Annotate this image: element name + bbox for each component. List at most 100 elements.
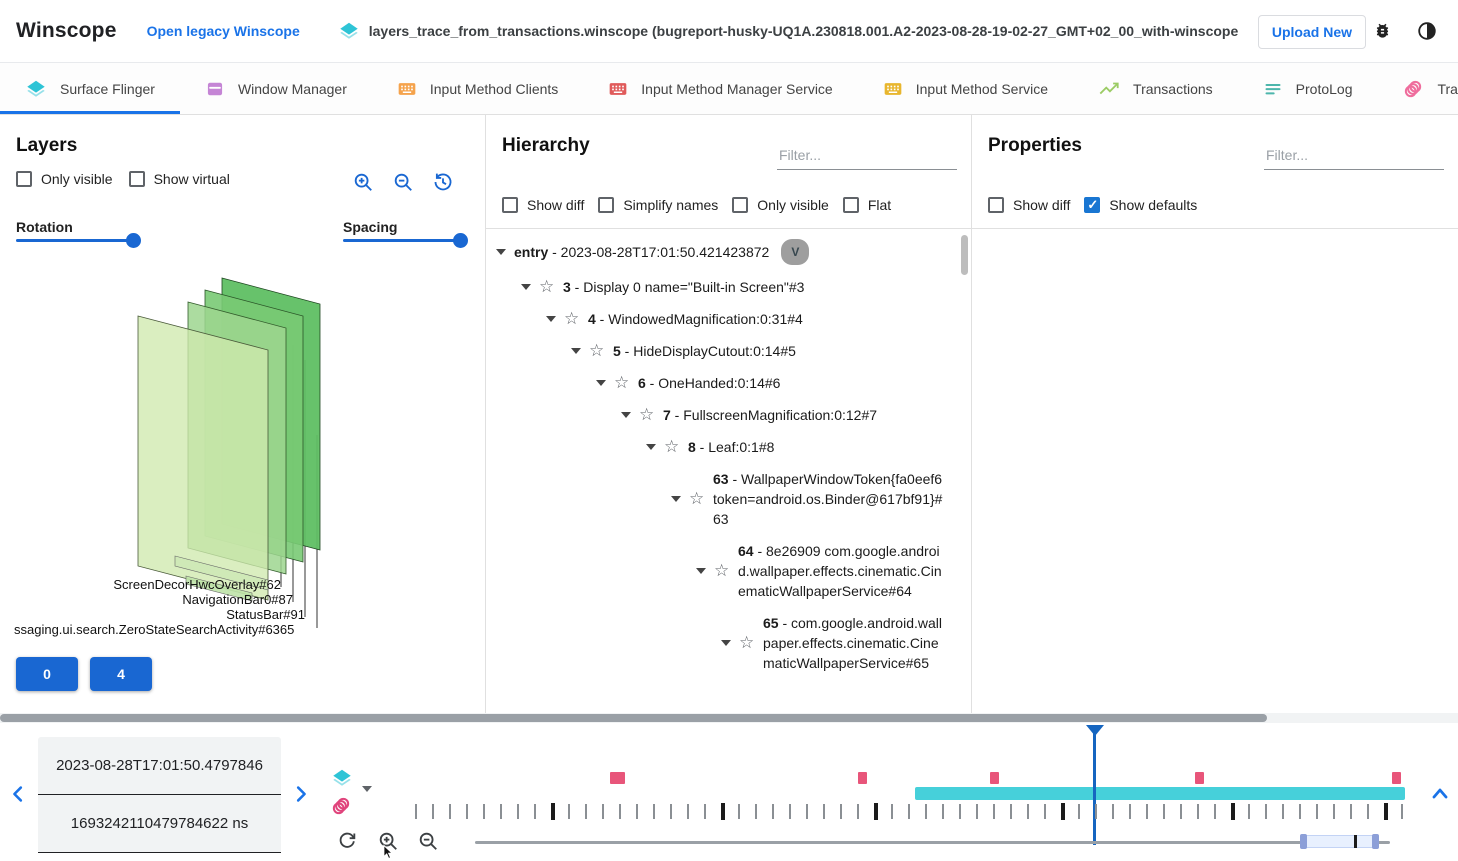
lines-icon xyxy=(1263,79,1283,99)
tree-node-4[interactable]: ☆ 4 - WindowedMagnification:0:31#4 xyxy=(486,303,972,335)
collapse-toggle-icon[interactable] xyxy=(696,568,706,574)
pin-star-icon[interactable]: ☆ xyxy=(539,279,555,295)
next-entry-icon[interactable] xyxy=(289,783,311,805)
checkbox-show-virtual[interactable]: Show virtual xyxy=(129,171,230,187)
ruler-tick xyxy=(840,804,842,819)
timeline-track-area[interactable] xyxy=(410,723,1415,860)
human-time-input[interactable]: 2023-08-28T17:01:50.4797846 xyxy=(38,737,281,795)
tab-transitions[interactable]: Transitions xyxy=(1377,63,1458,114)
ruler-tick xyxy=(891,804,893,819)
transition-marker[interactable] xyxy=(1195,772,1204,784)
pin-star-icon[interactable]: ☆ xyxy=(664,439,680,455)
range-slider-track[interactable] xyxy=(475,841,1390,844)
hierarchy-filter-input[interactable] xyxy=(777,145,957,170)
layers-icon xyxy=(25,78,47,100)
visibility-chip: V xyxy=(781,239,809,265)
collapse-toggle-icon[interactable] xyxy=(646,444,656,450)
loaded-trace-file: layers_trace_from_transactions.winscope … xyxy=(338,20,1238,42)
pin-star-icon[interactable]: ☆ xyxy=(564,311,580,327)
pin-star-icon[interactable]: ☆ xyxy=(589,343,605,359)
tree-node-3[interactable]: ☆3 - Display 0 name="Built-in Screen"#3 xyxy=(486,271,972,303)
tab-protolog[interactable]: ProtoLog xyxy=(1238,63,1378,114)
transition-marker[interactable] xyxy=(610,772,625,784)
collapse-toggle-icon[interactable] xyxy=(496,249,506,255)
tree-node-5[interactable]: ☆5 - HideDisplayCutout:0:14#5 xyxy=(486,335,972,367)
checkbox-simplify-names[interactable]: Simplify names xyxy=(598,197,718,213)
tree-node-entry[interactable]: entry - 2023-08-28T17:01:50.421423872V xyxy=(486,233,972,271)
upload-new-button[interactable]: Upload New xyxy=(1258,15,1366,49)
pin-star-icon[interactable]: ☆ xyxy=(714,563,730,579)
rotation-slider[interactable] xyxy=(16,232,138,249)
layers-3d-view[interactable] xyxy=(0,250,486,632)
transition-marker[interactable] xyxy=(1392,772,1401,784)
checkbox-only-visible[interactable]: Only visible xyxy=(16,171,113,187)
ruler-tick xyxy=(1401,804,1403,819)
tab-input-method-service[interactable]: Input Method Service xyxy=(858,63,1073,114)
checkbox-show-diff[interactable]: Show diff xyxy=(988,197,1070,213)
checkbox-show-defaults[interactable]: Show defaults xyxy=(1084,197,1197,213)
previous-entry-icon[interactable] xyxy=(8,783,30,805)
tab-input-method-clients[interactable]: Input Method Clients xyxy=(372,63,583,114)
zoom-in-icon[interactable] xyxy=(352,171,374,193)
pin-star-icon[interactable]: ☆ xyxy=(614,375,630,391)
transition-marker[interactable] xyxy=(858,772,867,784)
tab-surface-flinger[interactable]: Surface Flinger xyxy=(0,63,180,114)
spacing-slider[interactable] xyxy=(343,232,465,249)
slider-thumb[interactable] xyxy=(126,233,141,248)
zoom-out-icon[interactable] xyxy=(392,171,414,193)
range-slider-mark xyxy=(1354,835,1357,848)
timeline-cursor-line[interactable] xyxy=(1093,727,1096,845)
pin-star-icon[interactable]: ☆ xyxy=(689,491,705,507)
collapse-toggle-icon[interactable] xyxy=(671,496,681,502)
checkbox-only-visible[interactable]: Only visible xyxy=(732,197,829,213)
ruler-tick xyxy=(1146,804,1148,819)
tree-scrollbar[interactable] xyxy=(961,235,968,275)
tree-node-8[interactable]: ☆8 - Leaf:0:1#8 xyxy=(486,431,972,463)
transitions-trace-icon[interactable] xyxy=(330,795,352,817)
collapse-toggle-icon[interactable] xyxy=(521,284,531,290)
tree-node-65[interactable]: ☆65 - com.google.android.wallpaper.effec… xyxy=(486,607,972,679)
display-4-button[interactable]: 4 xyxy=(90,657,152,691)
ruler-tick xyxy=(1367,804,1369,819)
range-slider-handle[interactable] xyxy=(1372,834,1379,849)
pin-star-icon[interactable]: ☆ xyxy=(639,407,655,423)
restore-view-icon[interactable] xyxy=(432,171,454,193)
tree-node-6[interactable]: ☆6 - OneHanded:0:14#6 xyxy=(486,367,972,399)
collapse-timeline-icon[interactable] xyxy=(1428,782,1452,806)
slider-thumb[interactable] xyxy=(453,233,468,248)
tree-node-7[interactable]: ☆7 - FullscreenMagnification:0:12#7 xyxy=(486,399,972,431)
collapse-toggle-icon[interactable] xyxy=(621,412,631,418)
tree-node-label: 4 - WindowedMagnification:0:31#4 xyxy=(588,309,803,329)
circles-icon xyxy=(1402,78,1424,100)
bug-report-icon[interactable] xyxy=(1373,21,1392,40)
tree-node-64[interactable]: ☆64 - 8e26909 com.google.android.wallpap… xyxy=(486,535,972,607)
ruler-tick xyxy=(687,804,689,819)
horizontal-scrollbar-thumb[interactable] xyxy=(0,714,1267,722)
range-slider-selection[interactable] xyxy=(1303,835,1379,848)
surface-flinger-coverage-bar[interactable] xyxy=(915,787,1405,800)
checkbox-flat[interactable]: Flat xyxy=(843,197,891,213)
collapse-toggle-icon[interactable] xyxy=(596,380,606,386)
ns-time-input[interactable]: 1693242110479784622 ns xyxy=(38,795,281,853)
tab-window-manager[interactable]: Window Manager xyxy=(180,63,372,114)
tree-node-63[interactable]: ☆63 - WallpaperWindowToken{fa0eef6 token… xyxy=(486,463,972,535)
timeline-zoom-in-icon[interactable] xyxy=(377,830,399,852)
tab-transactions[interactable]: Transactions xyxy=(1073,63,1238,114)
pin-star-icon[interactable]: ☆ xyxy=(739,635,755,651)
open-legacy-link[interactable]: Open legacy Winscope xyxy=(147,23,300,39)
surface-flinger-trace-icon[interactable] xyxy=(331,767,353,789)
range-slider-handle[interactable] xyxy=(1300,834,1307,849)
hierarchy-tree: entry - 2023-08-28T17:01:50.421423872V☆3… xyxy=(486,229,972,713)
properties-filter-input[interactable] xyxy=(1264,145,1444,170)
collapse-toggle-icon[interactable] xyxy=(571,348,581,354)
dark-mode-toggle-icon[interactable] xyxy=(1416,20,1438,42)
display-0-button[interactable]: 0 xyxy=(16,657,78,691)
tab-input-method-manager-service[interactable]: Input Method Manager Service xyxy=(583,63,857,114)
refresh-icon[interactable] xyxy=(337,830,357,850)
transition-marker[interactable] xyxy=(990,772,999,784)
collapse-toggle-icon[interactable] xyxy=(721,640,731,646)
trace-selector-caret-icon[interactable] xyxy=(362,786,372,792)
checkbox-show-diff[interactable]: Show diff xyxy=(502,197,584,213)
layer-label: StatusBar#91 xyxy=(0,607,305,622)
collapse-toggle-icon[interactable] xyxy=(546,316,556,322)
